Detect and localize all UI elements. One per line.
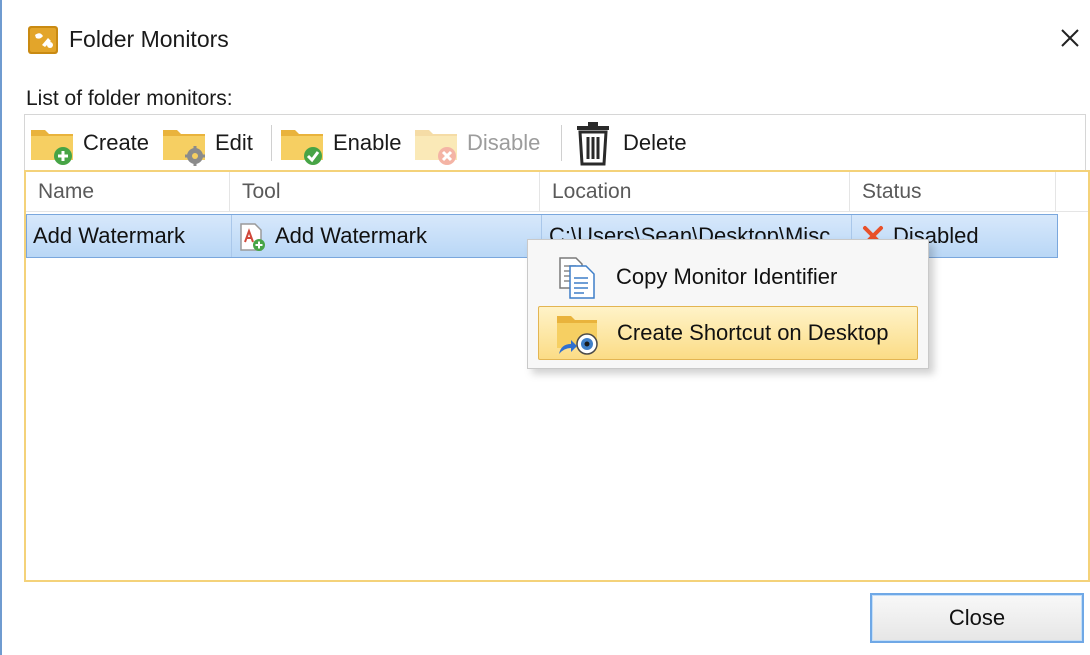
column-header-tool[interactable]: Tool bbox=[230, 172, 540, 212]
watermark-tool-icon bbox=[237, 222, 267, 252]
cell-name: Add Watermark bbox=[33, 223, 186, 248]
context-menu: Copy Monitor Identifier Create Shortcut … bbox=[527, 239, 929, 369]
copy-monitor-identifier-label: Copy Monitor Identifier bbox=[616, 264, 838, 289]
column-divider bbox=[231, 215, 232, 257]
column-header-location[interactable]: Location bbox=[540, 172, 850, 212]
edit-button[interactable]: Edit bbox=[161, 119, 253, 167]
create-shortcut-on-desktop-item[interactable]: Create Shortcut on Desktop bbox=[538, 306, 918, 360]
create-shortcut-on-desktop-label: Create Shortcut on Desktop bbox=[617, 320, 889, 345]
folder-shortcut-icon bbox=[555, 310, 601, 356]
list-caption: List of folder monitors: bbox=[26, 87, 233, 110]
toolbar-separator bbox=[561, 125, 562, 161]
delete-label: Delete bbox=[623, 130, 687, 155]
copy-document-icon bbox=[554, 254, 600, 300]
copy-monitor-identifier-item[interactable]: Copy Monitor Identifier bbox=[538, 250, 918, 304]
enable-button[interactable]: Enable bbox=[279, 119, 402, 167]
folder-check-icon bbox=[279, 120, 327, 166]
app-logo-icon bbox=[28, 26, 58, 54]
column-header-name[interactable]: Name bbox=[26, 172, 230, 212]
list-header: Name Tool Location Status bbox=[26, 172, 1088, 212]
disable-label: Disable bbox=[467, 130, 541, 155]
folder-monitors-dialog: Folder Monitors List of folder monitors:… bbox=[0, 0, 1090, 655]
window-title: Folder Monitors bbox=[69, 26, 229, 52]
create-label: Create bbox=[83, 130, 150, 155]
folder-add-icon bbox=[29, 120, 77, 166]
folder-monitor-list[interactable]: Name Tool Location Status Add Watermark … bbox=[24, 170, 1090, 582]
title-bar: Folder Monitors bbox=[2, 0, 1090, 78]
enable-label: Enable bbox=[333, 130, 402, 155]
toolbar-separator bbox=[271, 125, 272, 161]
disable-button[interactable]: Disable bbox=[413, 119, 540, 167]
toolbar: Create Edit Enable Disable Delete bbox=[24, 114, 1086, 170]
column-header-status[interactable]: Status bbox=[850, 172, 1056, 212]
close-window-icon[interactable] bbox=[1054, 22, 1086, 54]
trash-icon bbox=[569, 120, 617, 166]
edit-label: Edit bbox=[215, 130, 253, 155]
delete-button[interactable]: Delete bbox=[569, 119, 687, 167]
close-button[interactable]: Close bbox=[870, 593, 1084, 643]
folder-disable-icon bbox=[413, 120, 461, 166]
folder-settings-icon bbox=[161, 120, 209, 166]
cell-tool: Add Watermark bbox=[275, 223, 428, 248]
create-button[interactable]: Create bbox=[29, 119, 149, 167]
